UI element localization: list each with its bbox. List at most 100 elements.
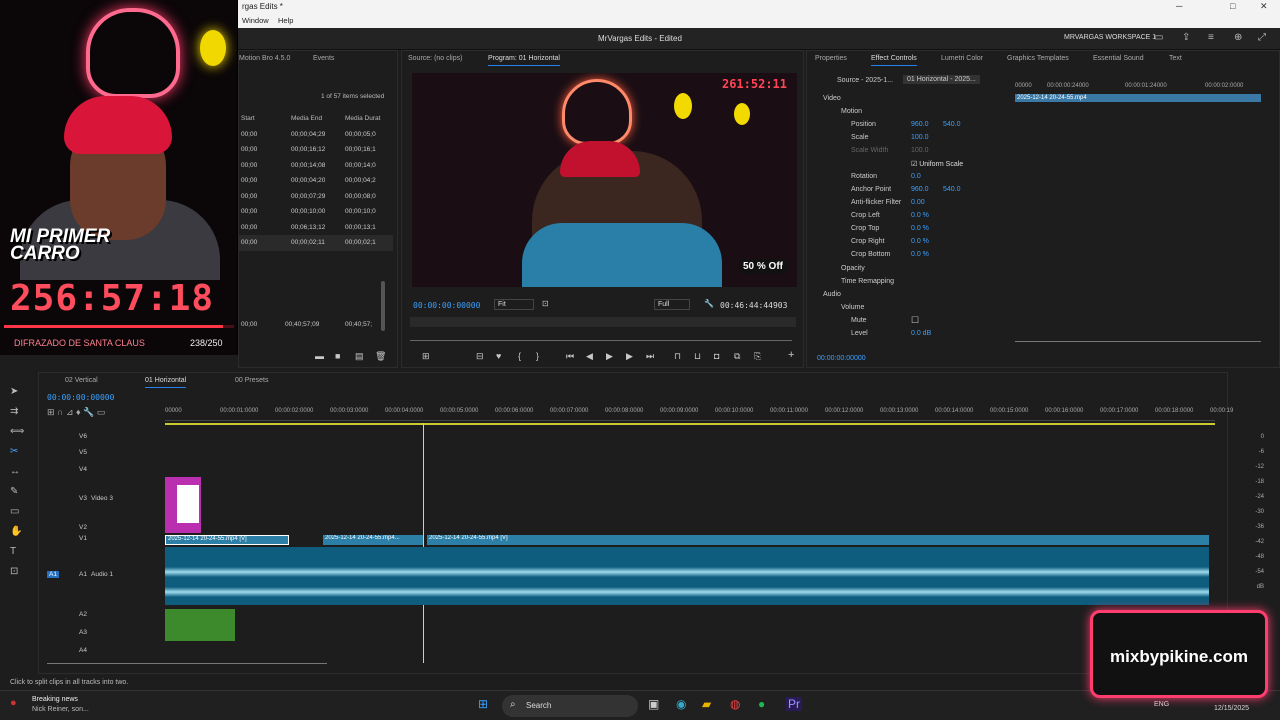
type-tool-icon[interactable]: T	[10, 546, 16, 557]
playhead[interactable]	[423, 423, 424, 663]
col-start[interactable]: Start	[239, 111, 289, 127]
new-item-icon[interactable]: ▤	[355, 351, 364, 362]
news-subtitle[interactable]: Nick Reiner, son...	[32, 706, 89, 713]
razor-tool-icon[interactable]: ✂	[10, 446, 18, 457]
language-indicator[interactable]: ENG	[1154, 701, 1169, 708]
workspace-selector[interactable]: MRVARGAS WORKSPACE 1	[1064, 34, 1156, 41]
motion-effect[interactable]: Motion	[841, 108, 862, 115]
snap-icon[interactable]: ⊞ ∩ ⊿ ♦ 🔧 ▭	[47, 407, 105, 418]
timeline-timecode[interactable]: 00:00:00:00000	[47, 393, 114, 402]
zoom-icon[interactable]: ⊕	[1234, 32, 1242, 43]
music-clip[interactable]	[165, 609, 235, 641]
selection-tool-icon[interactable]: ➤	[10, 386, 18, 397]
tab-00-presets[interactable]: 00 Presets	[235, 377, 268, 384]
uniform-scale-checkbox[interactable]: ☑ Uniform Scale	[911, 160, 963, 168]
antiflicker-value[interactable]: 0.00	[911, 199, 925, 206]
video-clip[interactable]: 2025-12-14 20-24-55.mp4 [V]	[165, 535, 289, 545]
table-row[interactable]: 00;00 00;00;07;29 00;00;08;0	[239, 189, 393, 205]
crop-bottom-value[interactable]: 0.0 %	[911, 251, 929, 258]
add-marker-icon[interactable]: ⊟	[476, 351, 484, 362]
crop-top-value[interactable]: 0.0 %	[911, 225, 929, 232]
source-a1[interactable]: A1	[47, 571, 59, 578]
menu-icon[interactable]: ≡	[1208, 32, 1214, 43]
tab-lumetri[interactable]: Lumetri Color	[941, 55, 983, 62]
edge-icon[interactable]: ◉	[676, 697, 686, 711]
go-to-out-icon[interactable]: ⏭	[646, 351, 654, 362]
marker-icon[interactable]: ♥	[496, 351, 501, 361]
layout-icon[interactable]: ▭	[1154, 32, 1163, 43]
track-select-icon[interactable]: ⇉	[10, 406, 18, 417]
track-v5[interactable]: V5	[79, 449, 87, 456]
tab-01-horizontal[interactable]: 01 Horizontal	[145, 377, 187, 388]
table-row[interactable]: 00;00 00;00;04;20 00;00;04;2	[239, 173, 393, 189]
go-to-in-icon[interactable]: ⏮	[566, 351, 574, 362]
tab-text[interactable]: Text	[1169, 55, 1182, 62]
anchor-y[interactable]: 540.0	[943, 186, 961, 193]
news-title[interactable]: Breaking news	[32, 696, 78, 703]
tab-properties[interactable]: Properties	[815, 55, 847, 62]
source-clip[interactable]: Source - 2025-1...	[837, 77, 893, 84]
fullscreen-icon[interactable]: ⤢	[1258, 32, 1266, 43]
ripple-edit-icon[interactable]: ⟺	[10, 426, 24, 437]
tab-program[interactable]: Program: 01 Horizontal	[488, 55, 560, 66]
hand-tool-icon[interactable]: ✋	[10, 526, 22, 537]
track-a2[interactable]: A2	[79, 611, 87, 618]
scrollbar[interactable]	[381, 281, 385, 331]
search-box[interactable]: ⌕ Search	[502, 695, 638, 717]
tab-source[interactable]: Source: (no clips)	[408, 55, 462, 62]
scrub-bar[interactable]	[410, 317, 796, 327]
settings-icon[interactable]: ⊡	[542, 299, 549, 308]
graphic-clip[interactable]	[165, 477, 201, 533]
caption-tool-icon[interactable]: ⊡	[10, 566, 18, 577]
new-bin-icon[interactable]: ▬	[315, 351, 324, 361]
tab-events[interactable]: Events	[313, 55, 334, 62]
tab-effect-controls[interactable]: Effect Controls	[871, 55, 917, 66]
task-view-icon[interactable]: ▣	[648, 697, 659, 711]
track-v1[interactable]: V1	[79, 535, 87, 542]
pen-tool-icon[interactable]: ✎	[10, 486, 18, 497]
file-explorer-icon[interactable]: ▰	[702, 697, 711, 711]
trash-icon[interactable]: 🗑	[375, 351, 386, 362]
track-v2[interactable]: V2	[79, 524, 87, 531]
tab-graphics-templates[interactable]: Graphics Templates	[1007, 55, 1069, 62]
camera-icon[interactable]: ◘	[714, 351, 719, 361]
crop-left-value[interactable]: 0.0 %	[911, 212, 929, 219]
scale-value[interactable]: 100.0	[911, 134, 929, 141]
wrench-icon[interactable]: 🔧	[704, 299, 714, 308]
premiere-icon[interactable]: Pr	[786, 697, 802, 711]
system-date[interactable]: 12/15/2025	[1214, 705, 1249, 712]
clip-bar[interactable]: 2025-12-14 20-24-55.mp4	[1015, 94, 1261, 102]
step-back-icon[interactable]: ◀	[586, 351, 593, 362]
step-forward-icon[interactable]: ▶	[626, 351, 633, 362]
export-frame-icon[interactable]: ⎘	[754, 351, 761, 362]
folder-icon[interactable]: ■	[335, 351, 340, 361]
zoom-bar[interactable]	[1015, 341, 1261, 342]
track-v3[interactable]: V3	[79, 495, 87, 502]
track-a1[interactable]: A1	[79, 571, 87, 578]
zoom-bar[interactable]	[410, 340, 792, 341]
tab-motion-bro[interactable]: Motion Bro 4.5.0	[239, 55, 290, 62]
chrome-icon[interactable]: ◍	[730, 697, 740, 711]
news-icon[interactable]: ●	[10, 697, 17, 709]
spotify-icon[interactable]: ●	[758, 697, 765, 711]
rectangle-tool-icon[interactable]: ▭	[10, 506, 19, 517]
sequence-clip[interactable]: 01 Horizontal - 2025...	[903, 75, 980, 84]
close-icon[interactable]: ✕	[1260, 1, 1268, 12]
work-area-bar[interactable]	[165, 423, 1215, 425]
video-clip[interactable]: 2025-12-14 20-24-55.mp4 [V]	[427, 535, 1209, 545]
play-icon[interactable]: ▶	[606, 351, 613, 362]
track-a4[interactable]: A4	[79, 647, 87, 654]
crop-right-value[interactable]: 0.0 %	[911, 238, 929, 245]
mark-out-icon[interactable]: }	[536, 351, 539, 361]
anchor-x[interactable]: 960.0	[911, 186, 929, 193]
col-media-duration[interactable]: Media Durat	[343, 111, 393, 127]
time-ruler[interactable]: 00000 00:00:01:0000 00:00:02:0000 00:00:03:…	[165, 405, 1233, 421]
multicam-icon[interactable]: ⧉	[734, 351, 740, 362]
add-button-icon[interactable]: +	[788, 349, 794, 361]
rotation-value[interactable]: 0.0	[911, 173, 921, 180]
tab-02-vertical[interactable]: 02 Vertical	[65, 377, 98, 384]
quality-dropdown[interactable]: Full	[654, 299, 690, 310]
share-icon[interactable]: ⇪	[1182, 32, 1190, 43]
menu-window[interactable]: Window	[242, 16, 269, 25]
timeline-zoom-bar[interactable]	[47, 663, 327, 664]
